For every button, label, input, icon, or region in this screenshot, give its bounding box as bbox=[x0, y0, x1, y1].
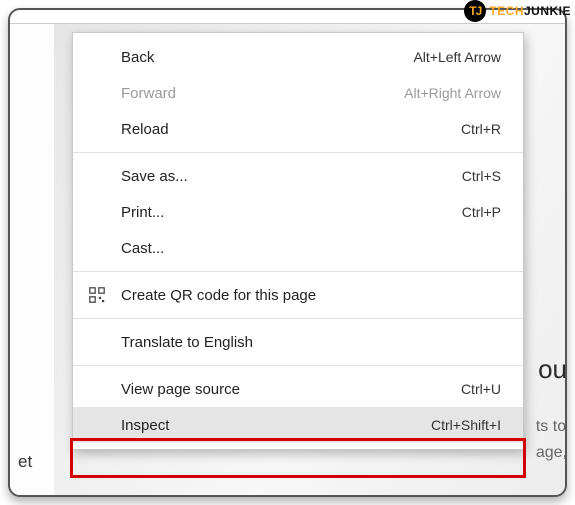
menu-label: Cast... bbox=[121, 240, 501, 257]
menu-item-forward[interactable]: Forward Alt+Right Arrow bbox=[73, 75, 523, 111]
menu-item-back[interactable]: Back Alt+Left Arrow bbox=[73, 39, 523, 75]
menu-item-translate[interactable]: Translate to English bbox=[73, 324, 523, 360]
watermark-logo-icon: TJ bbox=[464, 0, 486, 22]
menu-item-view-source[interactable]: View page source Ctrl+U bbox=[73, 371, 523, 407]
menu-separator bbox=[73, 271, 523, 272]
menu-label: View page source bbox=[121, 381, 461, 398]
menu-shortcut: Ctrl+S bbox=[462, 168, 501, 184]
menu-item-save-as[interactable]: Save as... Ctrl+S bbox=[73, 158, 523, 194]
menu-shortcut: Alt+Right Arrow bbox=[404, 85, 501, 101]
menu-shortcut: Alt+Left Arrow bbox=[413, 49, 501, 65]
menu-separator bbox=[73, 152, 523, 153]
menu-shortcut: Ctrl+R bbox=[461, 121, 501, 137]
menu-item-print[interactable]: Print... Ctrl+P bbox=[73, 194, 523, 230]
screenshot-frame: ou ts to age, et Back Alt+Left Arrow For… bbox=[8, 8, 567, 497]
qr-code-icon bbox=[87, 285, 107, 305]
obscured-headline: ou bbox=[538, 354, 567, 385]
watermark: TJ TECHJUNKIE bbox=[464, 0, 571, 22]
watermark-text: TECHJUNKIE bbox=[489, 4, 571, 18]
menu-label: Inspect bbox=[121, 417, 431, 434]
obscured-left-text: et bbox=[18, 452, 32, 472]
menu-item-inspect[interactable]: Inspect Ctrl+Shift+I bbox=[73, 407, 523, 443]
menu-item-cast[interactable]: Cast... bbox=[73, 230, 523, 266]
menu-label: Reload bbox=[121, 121, 461, 138]
menu-label: Save as... bbox=[121, 168, 462, 185]
menu-label: Forward bbox=[121, 85, 404, 102]
menu-shortcut: Ctrl+Shift+I bbox=[431, 417, 501, 433]
menu-item-qr-code[interactable]: Create QR code for this page bbox=[73, 277, 523, 313]
menu-label: Create QR code for this page bbox=[121, 287, 501, 304]
menu-shortcut: Ctrl+P bbox=[462, 204, 501, 220]
menu-separator bbox=[73, 318, 523, 319]
context-menu: Back Alt+Left Arrow Forward Alt+Right Ar… bbox=[72, 32, 524, 450]
menu-separator bbox=[73, 365, 523, 366]
menu-item-reload[interactable]: Reload Ctrl+R bbox=[73, 111, 523, 147]
menu-label: Print... bbox=[121, 204, 462, 221]
obscured-subtext: ts to age, bbox=[536, 414, 567, 465]
menu-shortcut: Ctrl+U bbox=[461, 381, 501, 397]
browser-side-strip bbox=[10, 24, 54, 495]
menu-label: Translate to English bbox=[121, 334, 501, 351]
menu-label: Back bbox=[121, 49, 413, 66]
